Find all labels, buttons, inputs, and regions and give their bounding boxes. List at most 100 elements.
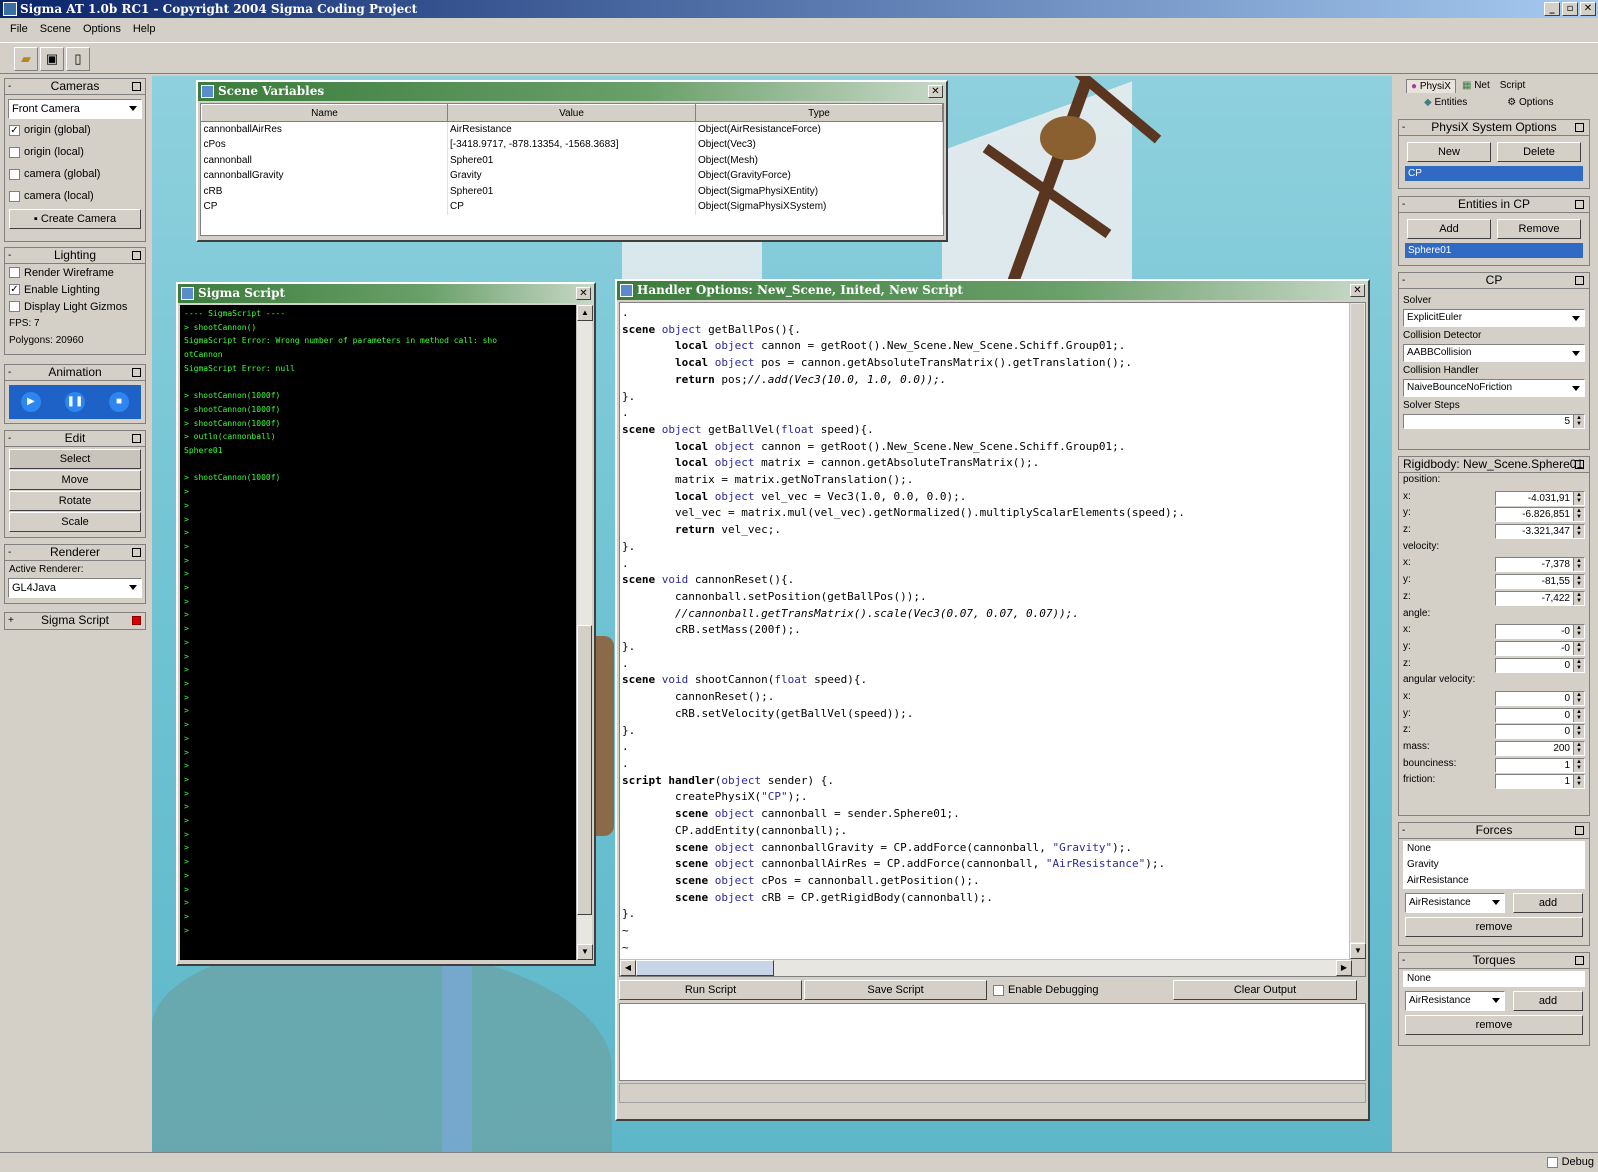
spinner-arrows-icon[interactable]: ▲ ▼ xyxy=(1573,508,1584,522)
lighting-option[interactable]: Display Light Gizmos xyxy=(5,298,145,315)
enable-debugging-option[interactable]: Enable Debugging xyxy=(989,984,1171,996)
list-item[interactable]: Gravity xyxy=(1407,857,1585,873)
torques-header[interactable]: - Torques xyxy=(1399,953,1589,969)
delete-system-button[interactable]: Delete xyxy=(1497,142,1581,162)
new-document-icon[interactable]: ▯ xyxy=(66,47,90,71)
open-folder-icon[interactable]: ▰ xyxy=(14,47,38,71)
rigidbody-value-spinner[interactable]: 0 ▲ ▼ xyxy=(1495,707,1585,723)
spinner-arrows-icon[interactable]: ▲ ▼ xyxy=(1573,691,1584,705)
spinner-arrows-icon[interactable]: ▲ ▼ xyxy=(1573,625,1584,639)
renderer-header[interactable]: - Renderer xyxy=(5,545,145,561)
play-icon[interactable]: ▶ xyxy=(21,392,41,412)
scroll-thumb[interactable] xyxy=(636,960,774,976)
force-type-select[interactable]: AirResistance xyxy=(1405,893,1505,913)
solver-steps-spinner[interactable]: 5 ▲ ▼ xyxy=(1403,414,1585,429)
list-item[interactable]: AirResistance xyxy=(1407,873,1585,889)
clear-output-button[interactable]: Clear Output xyxy=(1173,980,1357,1000)
scroll-right-icon[interactable]: ▶ xyxy=(1336,960,1352,976)
console-scrollbar[interactable]: ▲ ▼ xyxy=(576,305,593,960)
spinner-arrows-icon[interactable]: ▲ ▼ xyxy=(1573,525,1584,539)
spinner-arrows-icon[interactable]: ▲ ▼ xyxy=(1573,708,1584,722)
checkbox[interactable]: ✓ xyxy=(9,124,20,136)
entity-list-item[interactable]: Sphere01 xyxy=(1405,243,1583,258)
rotate-button[interactable]: Rotate xyxy=(9,491,141,511)
script-editor[interactable]: . scene object getBallPos(){. local objec… xyxy=(620,303,1352,959)
pause-icon[interactable]: ❚❚ xyxy=(65,392,85,412)
tab-net[interactable]: ▦ Net xyxy=(1458,79,1494,93)
rigidbody-value-spinner[interactable]: 200 ▲ ▼ xyxy=(1495,741,1585,756)
table-row[interactable]: cPos [-3418.9717, -878.13354, -1568.3683]… xyxy=(201,137,943,153)
script-console-output[interactable]: ---- SigmaScript ---- > shootCannon() Si… xyxy=(180,305,576,960)
rigidbody-value-spinner[interactable]: 1 ▲ ▼ xyxy=(1495,757,1585,773)
rigidbody-value-spinner[interactable]: -4.031,91 ▲ ▼ xyxy=(1495,490,1585,506)
forces-header[interactable]: - Forces xyxy=(1399,823,1589,839)
rigidbody-header[interactable]: Rigidbody: New_Scene.Sphere01 xyxy=(1399,457,1589,473)
edit-header[interactable]: - Edit xyxy=(5,431,145,447)
save-script-button[interactable]: Save Script xyxy=(804,980,987,1000)
menu-file[interactable]: File xyxy=(4,23,34,35)
renderer-select[interactable]: GL4Java xyxy=(8,578,142,598)
checkbox[interactable]: ✓ xyxy=(9,284,20,295)
editor-hscrollbar[interactable]: ◀ ▶ xyxy=(620,959,1352,976)
animation-header[interactable]: - Animation xyxy=(5,365,145,381)
spinner-arrows-icon[interactable]: ▲ ▼ xyxy=(1573,742,1584,755)
checkbox[interactable] xyxy=(9,267,20,278)
torque-type-select[interactable]: AirResistance xyxy=(1405,991,1505,1011)
scroll-down-icon[interactable]: ▼ xyxy=(1350,943,1366,959)
expand-toggle[interactable]: + xyxy=(8,613,14,628)
camera-option[interactable]: camera (local) xyxy=(5,185,145,207)
minimize-button[interactable]: _ xyxy=(1544,2,1560,16)
rigidbody-value-spinner[interactable]: 0 ▲ ▼ xyxy=(1495,724,1585,740)
rigidbody-value-spinner[interactable]: -7,422 ▲ ▼ xyxy=(1495,590,1585,606)
remove-force-button[interactable]: remove xyxy=(1405,917,1583,937)
add-entity-button[interactable]: Add xyxy=(1407,219,1491,239)
remove-entity-button[interactable]: Remove xyxy=(1497,219,1581,239)
table-row[interactable]: cannonballAirRes AirResistance Object(AirR… xyxy=(201,121,943,137)
handler-options-titlebar[interactable]: Handler Options: New_Scene, Inited, New … xyxy=(617,281,1368,300)
table-row[interactable]: cannonballGravity Gravity Object(GravityFo… xyxy=(201,168,943,184)
spinner-arrows-icon[interactable]: ▲ ▼ xyxy=(1573,775,1584,789)
solver-select[interactable]: ExplicitEuler xyxy=(1403,309,1585,327)
spinner-arrows-icon[interactable]: ▲ ▼ xyxy=(1573,575,1584,589)
menu-help[interactable]: Help xyxy=(127,23,162,35)
collision-handler-select[interactable]: NaiveBounceNoFriction xyxy=(1403,379,1585,397)
new-system-button[interactable]: New xyxy=(1407,142,1491,162)
tab-script[interactable]: Script xyxy=(1496,79,1530,93)
rigidbody-value-spinner[interactable]: -0 ▲ ▼ xyxy=(1495,624,1585,640)
lighting-header[interactable]: - Lighting xyxy=(5,248,145,264)
sigma-script-header[interactable]: + Sigma Script xyxy=(5,613,145,629)
collision-detector-select[interactable]: AABBCollision xyxy=(1403,344,1585,362)
spinner-arrows-icon[interactable]: ▲ ▼ xyxy=(1573,558,1584,572)
tab-options[interactable]: ⚙ Options xyxy=(1507,97,1553,108)
spinner-arrows-icon[interactable]: ▲ ▼ xyxy=(1573,591,1584,605)
entities-header[interactable]: - Entities in CP xyxy=(1399,197,1589,213)
close-icon[interactable]: ✕ xyxy=(928,85,943,98)
list-item[interactable]: None xyxy=(1407,841,1585,857)
move-button[interactable]: Move xyxy=(9,470,141,490)
remove-torque-button[interactable]: remove xyxy=(1405,1015,1583,1035)
debug-option[interactable]: Debug xyxy=(1546,1156,1594,1168)
create-camera-button[interactable]: ▪ Create Camera xyxy=(9,209,141,229)
rigidbody-value-spinner[interactable]: -3.321,347 ▲ ▼ xyxy=(1495,524,1585,540)
checkbox[interactable] xyxy=(1546,1156,1558,1168)
rigidbody-value-spinner[interactable]: 1 ▲ ▼ xyxy=(1495,774,1585,790)
scroll-up-icon[interactable]: ▲ xyxy=(577,305,593,321)
column-header-value[interactable]: Value xyxy=(447,104,696,122)
editor-vscrollbar[interactable]: ▼ xyxy=(1349,303,1366,959)
list-item[interactable]: None xyxy=(1407,971,1585,987)
add-force-button[interactable]: add xyxy=(1513,893,1583,913)
menu-scene[interactable]: Scene xyxy=(34,23,77,35)
system-list-item[interactable]: CP xyxy=(1405,166,1583,181)
spinner-arrows-icon[interactable]: ▲ ▼ xyxy=(1573,415,1584,428)
run-script-button[interactable]: Run Script xyxy=(619,980,802,1000)
tab-physix[interactable]: ● PhysiX xyxy=(1406,79,1456,93)
table-row[interactable]: cRB Sphere01 Object(SigmaPhysiXEntity) xyxy=(201,183,943,199)
checkbox[interactable] xyxy=(9,168,20,180)
handler-output-area[interactable] xyxy=(619,1003,1366,1081)
camera-option[interactable]: ✓ origin (global) xyxy=(5,119,145,141)
rigidbody-value-spinner[interactable]: -7,378 ▲ ▼ xyxy=(1495,557,1585,573)
torques-list[interactable]: None xyxy=(1403,971,1585,987)
rigidbody-value-spinner[interactable]: -81,55 ▲ ▼ xyxy=(1495,574,1585,590)
spinner-arrows-icon[interactable]: ▲ ▼ xyxy=(1573,658,1584,672)
scale-button[interactable]: Scale xyxy=(9,512,141,532)
